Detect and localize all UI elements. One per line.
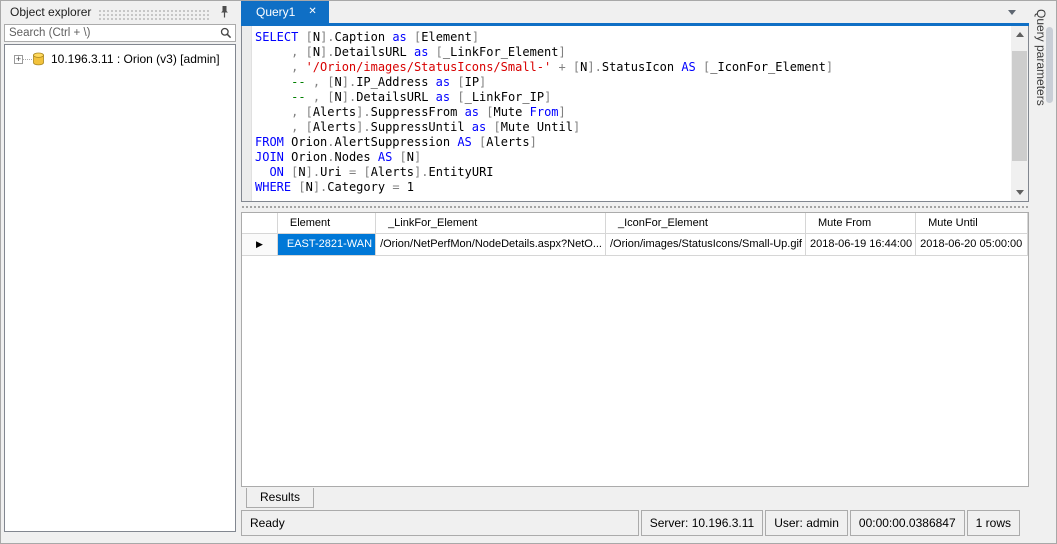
results-tab-bar: Results <box>241 488 1029 508</box>
scroll-up-icon[interactable] <box>1011 26 1028 43</box>
tab-query1[interactable]: Query1 ✕ <box>241 1 329 23</box>
status-row-count: 1 rows <box>966 510 1020 536</box>
object-explorer-header: Object explorer <box>2 1 238 23</box>
column-header[interactable]: Mute Until <box>915 213 1028 234</box>
results-table: Element _LinkFor_Element _IconFor_Element M… <box>242 213 1028 256</box>
object-explorer-title: Object explorer <box>10 5 92 19</box>
document-area: Query1 ✕ SELECT [N].Caption as [Element]… <box>241 1 1029 543</box>
column-header[interactable]: _IconFor_Element <box>605 213 806 234</box>
editor-scrollbar[interactable] <box>1011 26 1028 201</box>
scroll-down-icon[interactable] <box>1011 184 1028 201</box>
grid-cell[interactable]: /Orion/images/StatusIcons/Small-Up.gif <box>605 232 806 256</box>
row-header[interactable]: ▶ <box>242 232 278 256</box>
search-input[interactable] <box>5 26 217 40</box>
tree-item-label: 10.196.3.11 : Orion (v3) [admin] <box>51 52 220 66</box>
status-query-time: 00:00:00.0386847 <box>849 510 965 536</box>
grid-cell-selected[interactable]: EAST-2821-WAN <box>276 232 377 256</box>
tab-list-dropdown-icon[interactable] <box>1008 10 1016 15</box>
grid-cell[interactable]: /Orion/NetPerfMon/NodeDetails.aspx?NetO.… <box>375 232 606 256</box>
close-icon[interactable]: ✕ <box>308 7 316 17</box>
scrollbar-thumb[interactable] <box>1012 51 1027 161</box>
status-user: User: admin <box>765 510 848 536</box>
database-icon <box>33 52 44 66</box>
query-parameters-tab-indicator <box>1046 27 1053 103</box>
editor-margin <box>242 26 252 201</box>
pin-icon <box>220 6 228 18</box>
status-ready: Ready <box>241 510 639 536</box>
document-tab-bar: Query1 ✕ <box>241 1 1029 23</box>
status-bar: Ready Server: 10.196.3.11 User: admin 00… <box>241 510 1029 536</box>
panel-grip-texture <box>98 8 209 20</box>
grid-cell[interactable]: 2018-06-20 05:00:00 <box>915 232 1028 256</box>
search-icon[interactable] <box>217 25 235 41</box>
column-header[interactable]: _LinkFor_Element <box>375 213 606 234</box>
swql-studio-window: Object explorer + <box>0 0 1057 544</box>
grid-cell[interactable]: 2018-06-19 16:44:00 <box>804 232 917 256</box>
column-header[interactable]: Mute From <box>804 213 917 234</box>
search-box <box>4 24 236 42</box>
status-server: Server: 10.196.3.11 <box>640 510 764 536</box>
sql-code[interactable]: SELECT [N].Caption as [Element] , [N].De… <box>255 30 1008 195</box>
tree-connector <box>23 58 32 60</box>
results-grid: Element _LinkFor_Element _IconFor_Element M… <box>241 212 1029 487</box>
sql-editor[interactable]: SELECT [N].Caption as [Element] , [N].De… <box>241 26 1029 202</box>
tab-query1-label: Query1 <box>256 5 296 19</box>
object-explorer-tree: + 10.196.3.11 : Orion (v3) [admin] <box>4 44 236 532</box>
object-explorer-panel: Object explorer + <box>2 1 238 543</box>
column-header[interactable]: Element <box>276 213 377 234</box>
tree-item-server[interactable]: + 10.196.3.11 : Orion (v3) [admin] <box>14 52 235 66</box>
query-parameters-panel: Query parameters <box>1029 1 1056 543</box>
pin-button[interactable] <box>216 4 232 20</box>
table-row: ▶ EAST-2821-WAN/Orion/NetPerfMon/NodeDeta… <box>242 232 1028 256</box>
splitter[interactable] <box>241 202 1029 212</box>
expand-toggle[interactable]: + <box>14 54 23 64</box>
tab-results[interactable]: Results <box>246 488 315 508</box>
grid-corner-header[interactable] <box>242 213 278 234</box>
